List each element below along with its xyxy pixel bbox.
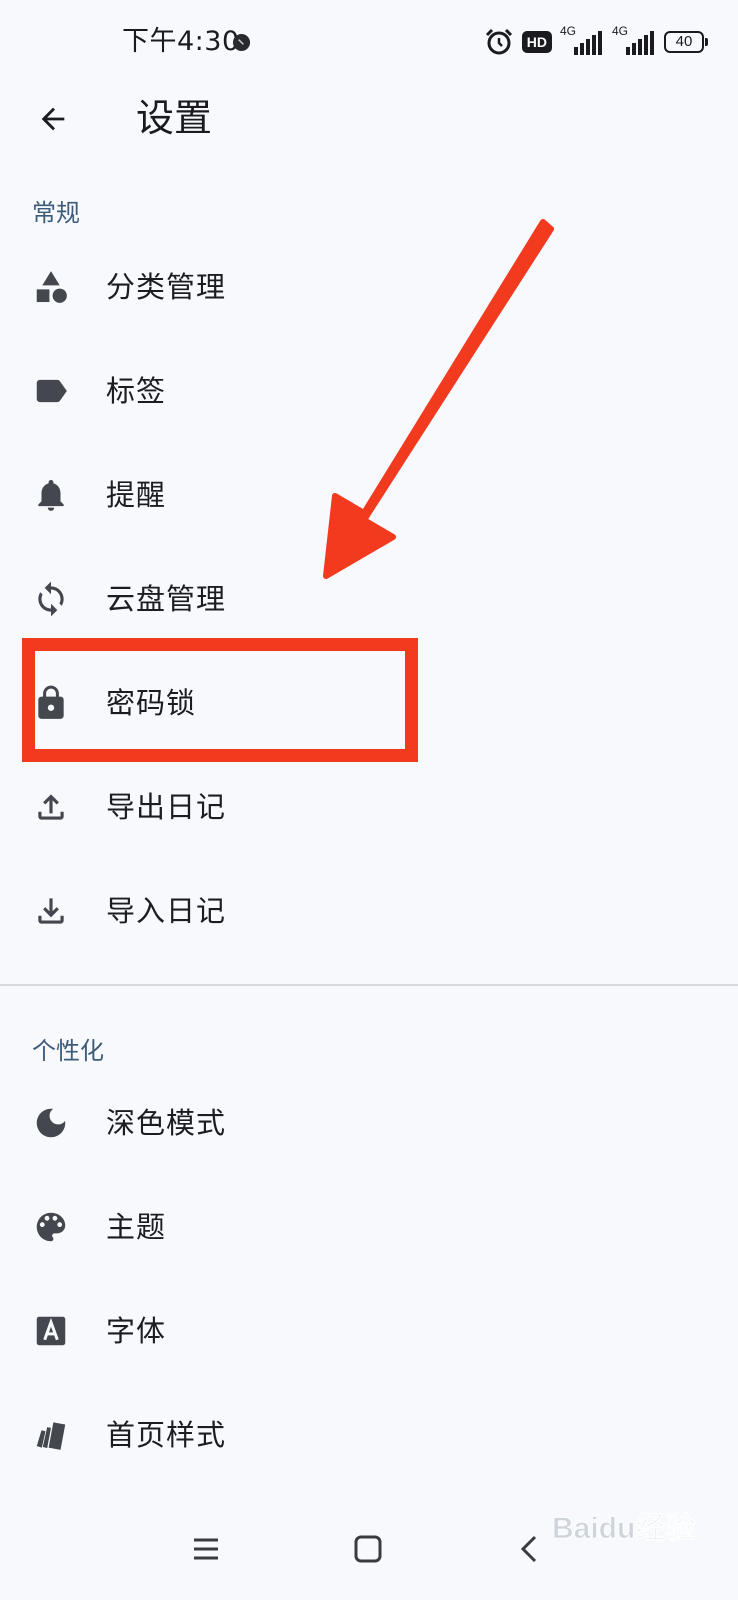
menu-item-export[interactable]: 导出日记 — [0, 756, 738, 856]
menu-item-import[interactable]: 导入日记 — [0, 860, 738, 960]
cards-icon — [32, 1416, 70, 1454]
menu-label: 密码锁 — [106, 686, 197, 720]
menu-item-dark-mode[interactable]: 深色模式 — [0, 1072, 738, 1172]
status-bar: 下午4:30 HD 4G 4G 40 — [0, 0, 738, 84]
menu-item-theme[interactable]: 主题 — [0, 1176, 738, 1276]
notification-dot-icon — [232, 33, 251, 52]
moon-icon — [32, 1104, 70, 1142]
upload-icon — [32, 788, 70, 826]
sync-icon — [32, 580, 70, 618]
lock-icon — [32, 684, 70, 722]
status-time: 下午4:30 — [122, 26, 240, 57]
menu-label: 提醒 — [106, 478, 167, 512]
page-title: 设置 — [136, 96, 213, 140]
palette-icon — [32, 1208, 70, 1246]
chevron-left-icon — [520, 1535, 537, 1563]
menu-item-font[interactable]: 字体 — [0, 1280, 738, 1380]
menu-label: 导入日记 — [106, 894, 227, 928]
hd-badge: HD — [521, 31, 552, 53]
font-icon — [32, 1312, 70, 1350]
category-icon — [32, 268, 70, 306]
menu-label: 导出日记 — [106, 790, 227, 824]
menu-item-home-style[interactable]: 首页样式 — [0, 1384, 738, 1484]
menu-item-password-lock[interactable]: 密码锁 — [0, 652, 738, 752]
alarm-icon — [485, 28, 512, 55]
arrow-back-icon — [41, 107, 65, 131]
battery-indicator: 40 — [664, 31, 708, 53]
section-header-personalization: 个性化 — [32, 1037, 104, 1065]
menu-label: 分类管理 — [106, 270, 227, 304]
signal-1: 4G — [560, 24, 604, 57]
signal-2: 4G — [612, 24, 656, 57]
app-bar: 设置 — [0, 84, 738, 196]
menu-label: 标签 — [106, 374, 167, 408]
menu-item-category[interactable]: 分类管理 — [0, 236, 738, 336]
section-divider — [0, 984, 738, 986]
baidu-watermark-logo: Baidu经验 — [552, 1511, 696, 1546]
nav-back-button[interactable] — [505, 1524, 555, 1574]
menu-label: 字体 — [106, 1314, 167, 1348]
download-icon — [32, 892, 70, 930]
label-icon — [32, 372, 70, 410]
menu-item-reminder[interactable]: 提醒 — [0, 444, 738, 544]
menu-item-cloud[interactable]: 云盘管理 — [0, 548, 738, 648]
signal-bars-icon — [626, 31, 654, 55]
hamburger-icon — [194, 1538, 218, 1560]
svg-text:Baidu经验: Baidu经验 — [552, 1511, 695, 1545]
menu-item-tags[interactable]: 标签 — [0, 340, 738, 440]
status-icons: HD 4G 4G 40 — [484, 24, 708, 60]
menu-label: 云盘管理 — [106, 582, 227, 616]
menu-label: 主题 — [106, 1210, 167, 1244]
menu-label: 首页样式 — [106, 1418, 227, 1452]
back-button[interactable] — [28, 94, 78, 144]
section-header-general: 常规 — [32, 199, 80, 227]
bell-icon — [32, 476, 70, 514]
home-button[interactable] — [343, 1524, 393, 1574]
signal-bars-icon — [574, 31, 602, 55]
menu-label: 深色模式 — [106, 1106, 227, 1140]
home-square-icon — [354, 1535, 382, 1563]
menu-button[interactable] — [181, 1524, 231, 1574]
